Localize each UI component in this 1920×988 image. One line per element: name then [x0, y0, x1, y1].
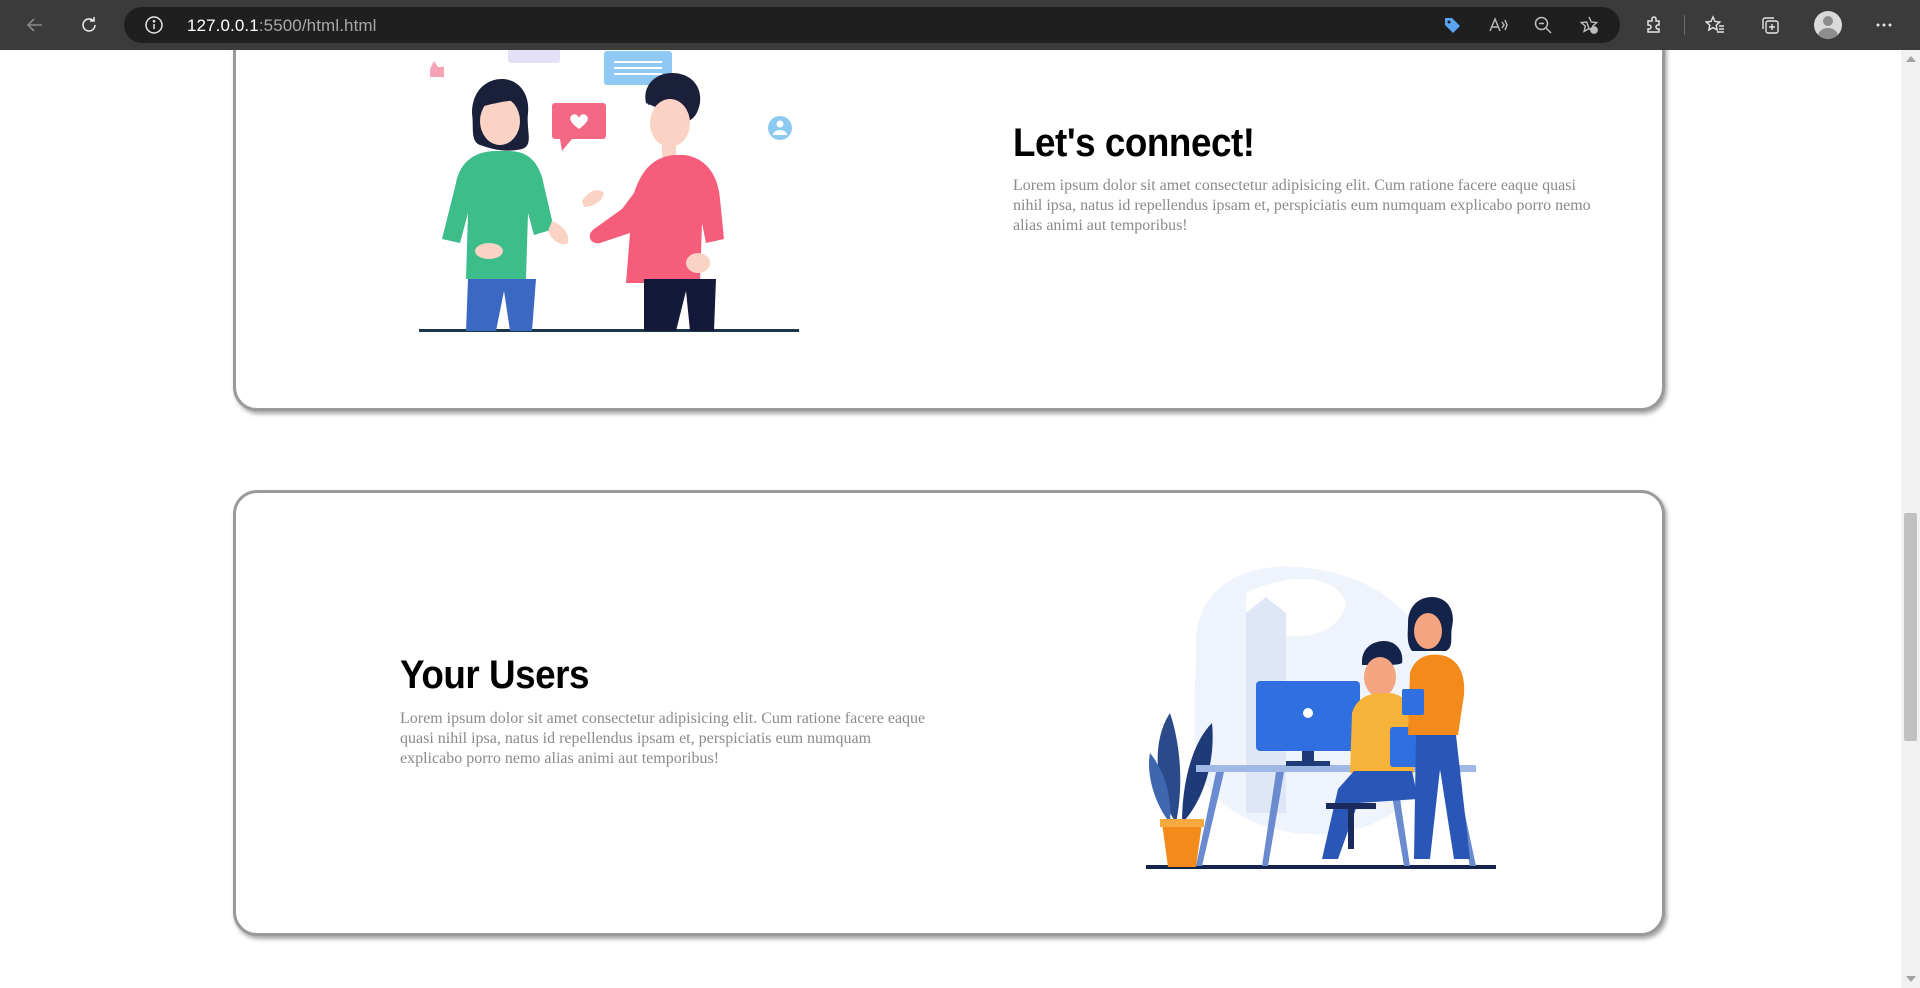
extensions-icon[interactable] — [1636, 7, 1672, 43]
profile-avatar[interactable] — [1810, 7, 1846, 43]
info-icon[interactable] — [144, 15, 164, 35]
url-host: 127.0.0.1 — [187, 16, 259, 35]
section-description: Lorem ipsum dolor sit amet consectetur a… — [400, 710, 926, 767]
favorites-icon[interactable] — [1697, 7, 1733, 43]
collections-icon[interactable] — [1752, 7, 1788, 43]
tag-icon[interactable] — [1442, 15, 1462, 35]
address-bar[interactable]: 127.0.0.1:5500/html.html — [124, 7, 1620, 43]
browser-toolbar: 127.0.0.1:5500/html.html — [0, 0, 1920, 50]
connect-card: Let's connect! Lorem ipsum dolor sit ame… — [233, 50, 1665, 411]
add-favorite-icon[interactable] — [1579, 15, 1599, 35]
toolbar-divider — [1684, 15, 1685, 35]
scroll-down-icon[interactable] — [1906, 976, 1916, 982]
scrollbar-thumb[interactable] — [1904, 513, 1917, 741]
reload-icon[interactable] — [71, 7, 107, 43]
page-viewport: Let's connect! Lorem ipsum dolor sit ame… — [0, 50, 1901, 988]
url-path: :5500/html.html — [258, 16, 377, 35]
url-text[interactable]: 127.0.0.1:5500/html.html — [187, 16, 377, 36]
users-card: Your Users Lorem ipsum dolor sit amet co… — [233, 490, 1665, 936]
office-workers-at-desk-illustration — [1126, 553, 1496, 883]
section-title: Your Users — [400, 653, 590, 697]
zoom-out-icon[interactable] — [1533, 15, 1553, 35]
section-description: Lorem ipsum dolor sit amet consectetur a… — [1013, 177, 1591, 234]
more-options-icon[interactable] — [1866, 7, 1902, 43]
two-people-chatting-illustration — [386, 50, 806, 343]
avatar — [1814, 11, 1842, 39]
scroll-up-icon[interactable] — [1906, 56, 1916, 62]
vertical-scrollbar[interactable] — [1901, 50, 1920, 988]
section-title: Let's connect! — [1013, 121, 1255, 165]
back-arrow-icon[interactable] — [17, 7, 53, 43]
read-aloud-icon[interactable] — [1488, 15, 1508, 35]
